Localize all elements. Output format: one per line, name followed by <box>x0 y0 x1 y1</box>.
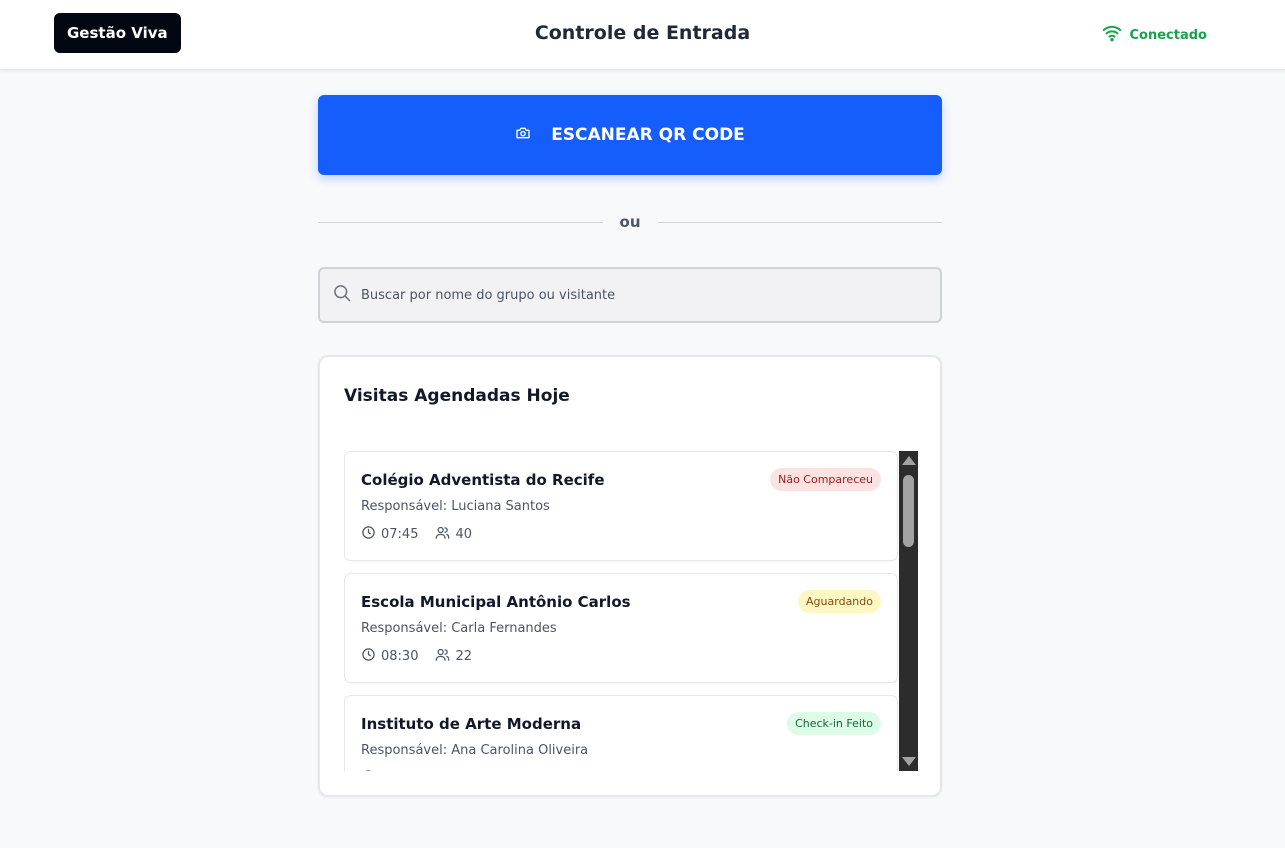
scrollbar-thumb[interactable] <box>903 475 914 547</box>
visit-card[interactable]: Instituto de Arte Moderna Check-in Feito… <box>344 695 898 771</box>
panel-title: Visitas Agendadas Hoje <box>344 386 570 406</box>
responsible-name: Carla Fernandes <box>451 621 557 636</box>
scroll-up-arrow-icon[interactable] <box>902 456 916 465</box>
status-badge: Check-in Feito <box>787 712 881 735</box>
responsible-name: Luciana Santos <box>451 499 550 514</box>
visit-card[interactable]: Colégio Adventista do Recife Não Compare… <box>344 451 898 561</box>
visit-card[interactable]: Escola Municipal Antônio Carlos Aguardan… <box>344 573 898 683</box>
clock-icon <box>361 647 381 666</box>
connection-status-label: Conectado <box>1129 27 1207 43</box>
or-divider: ou <box>318 210 943 234</box>
visit-time: 07:45 <box>381 527 419 542</box>
visit-people-count: 22 <box>455 649 473 664</box>
wifi-icon <box>1102 23 1122 47</box>
responsible-prefix: Responsável: <box>361 499 452 514</box>
visit-meta: 07:45 40 <box>361 525 489 544</box>
connection-status: Conectado <box>1102 23 1207 47</box>
divider-line-left <box>318 221 603 223</box>
visit-people-count: 40 <box>455 527 473 542</box>
search-icon <box>332 283 352 307</box>
visit-meta: 08:30 22 <box>361 647 489 666</box>
status-badge: Aguardando <box>798 590 881 613</box>
visits-scrollbar[interactable] <box>899 451 918 771</box>
visit-meta <box>361 769 398 771</box>
scroll-down-arrow-icon[interactable] <box>902 757 916 766</box>
scan-qr-button[interactable]: ESCANEAR QR CODE <box>318 95 942 175</box>
clock-icon <box>361 769 381 771</box>
visits-list[interactable]: Colégio Adventista do Recife Não Compare… <box>344 451 898 771</box>
responsible-prefix: Responsável: <box>361 621 452 636</box>
visit-responsible: Responsável: Luciana Santos <box>361 499 550 514</box>
visit-name: Colégio Adventista do Recife <box>361 471 605 489</box>
status-badge: Não Compareceu <box>770 468 881 491</box>
divider-line-right <box>657 221 943 223</box>
visit-responsible: Responsável: Ana Carolina Oliveira <box>361 743 588 758</box>
scheduled-visits-panel: Visitas Agendadas Hoje Colégio Adventist… <box>318 355 942 797</box>
visit-name: Escola Municipal Antônio Carlos <box>361 593 631 611</box>
scan-qr-label: ESCANEAR QR CODE <box>551 125 745 145</box>
users-icon <box>435 647 455 666</box>
responsible-name: Ana Carolina Oliveira <box>451 743 589 758</box>
top-header: Gestão Viva Controle de Entrada Conectad… <box>0 0 1285 70</box>
search-box[interactable] <box>318 267 942 323</box>
users-icon <box>435 525 455 544</box>
page-title: Controle de Entrada <box>534 22 751 44</box>
search-input[interactable] <box>361 287 901 303</box>
clock-icon <box>361 525 381 544</box>
visit-name: Instituto de Arte Moderna <box>361 715 582 733</box>
responsible-prefix: Responsável: <box>361 743 452 758</box>
visit-time: 08:30 <box>381 649 419 664</box>
visit-responsible: Responsável: Carla Fernandes <box>361 621 557 636</box>
camera-icon <box>515 125 531 146</box>
divider-label: ou <box>619 213 641 231</box>
